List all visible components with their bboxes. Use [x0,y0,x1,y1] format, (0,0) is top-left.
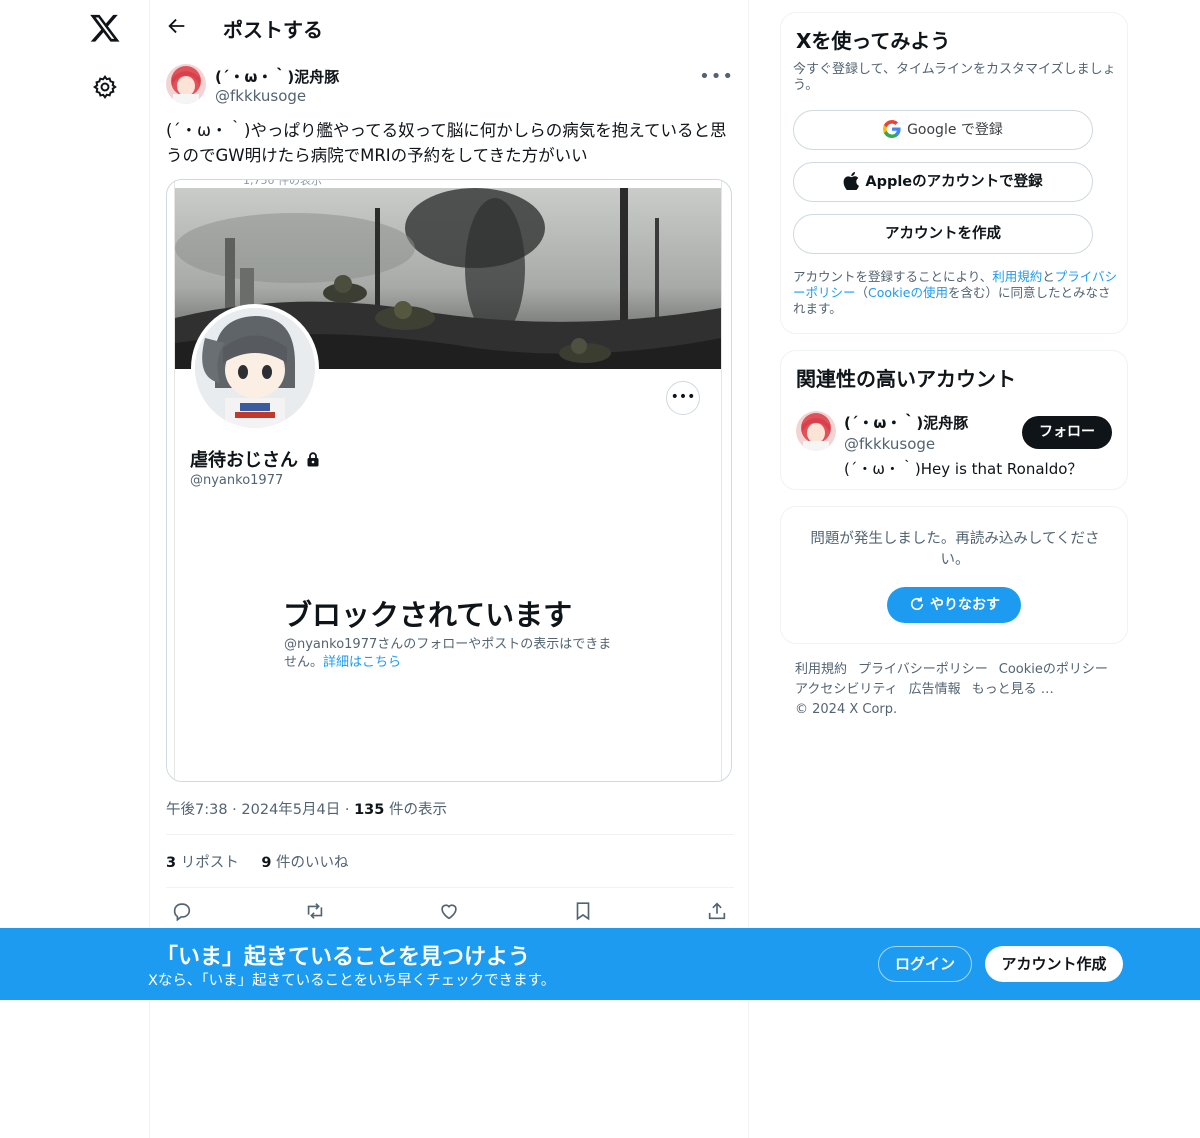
refresh-icon [910,596,924,610]
footer-link-ads[interactable]: 広告情報 [909,680,961,700]
banner-subtitle: Xなら、「いま」起きていることをいち早くチェックできます。 [148,973,556,989]
reposts-label: リポスト [176,855,239,871]
arrow-left-icon[interactable] [166,15,188,37]
retry-label: やりなおす [930,597,1000,613]
author-name[interactable]: (´・ω・｀)泥舟豚 [215,66,339,87]
post-text: (´・ω・｀)やっぱり艦やってる奴って脳に何かしらの病気を抱えていると思うのでG… [166,121,727,165]
footer-link-more[interactable]: もっと見る … [972,680,1054,700]
post-stats: 3 リポスト 9 件のいいね [166,851,367,872]
post-image[interactable]: 1,750 件の表示 ••• 虐待おじさん @nyanko1977 ブロックされ… [166,179,732,782]
views-label: 件の表示 [384,802,447,818]
divider [166,834,734,835]
error-message: 問題が発生しました。再読み込みしてください。 [810,531,1100,568]
footer-links: 利用規約 プライバシーポリシー Cookieのポリシーアクセシビリティ 広告情報 もっと… [795,660,1125,720]
x-logo-icon[interactable] [89,12,121,44]
repost-icon[interactable] [304,900,326,922]
reposts-count: 3 [166,855,177,871]
footer-link-cookie[interactable]: Cookieのポリシー [999,660,1108,680]
avatar[interactable] [166,64,206,104]
cookie-link[interactable]: Cookieの使用 [868,285,948,300]
legal-text: （ [855,285,869,300]
likes-stat[interactable]: 9 件のいいね [261,851,348,872]
retry-button[interactable]: やりなおす [887,587,1021,623]
signup-title: Xを使ってみよう [796,29,951,53]
likes-label: 件のいいね [271,855,349,871]
login-button[interactable]: ログイン [878,946,972,982]
relevant-accounts-card: 関連性の高いアカウント (´・ω・｀)泥舟豚 @fkkkusoge (´・ω・｀… [780,350,1128,490]
like-icon[interactable] [438,900,460,922]
cut-off-text: 1,750 件の表示 [243,179,322,187]
learn-more-link: 詳細はこちら [323,655,402,670]
footer-link-terms[interactable]: 利用規約 [795,660,847,680]
more-options-icon[interactable]: ••• [699,66,734,87]
divider [166,887,734,888]
post-date[interactable]: 2024年5月4日 [241,802,340,818]
apple-signup-label: Appleのアカウントで登録 [865,174,1043,190]
apple-icon [843,171,860,191]
author-handle[interactable]: @fkkkusoge [215,87,306,105]
relevant-title: 関連性の高いアカウント [796,367,1016,391]
page-title: ポストする [223,18,323,42]
gear-icon[interactable] [92,74,118,100]
profile-handle: @nyanko1977 [190,473,284,488]
reposts-stat[interactable]: 3 リポスト [166,851,239,872]
profile-more-icon: ••• [666,381,700,415]
avatar[interactable] [796,411,836,451]
post-actions [166,900,734,924]
signup-subtitle: 今すぐ登録して、タイムラインをカスタマイズしましょう。 [793,62,1116,93]
top-bar: ポストする [150,0,750,54]
post-author: (´・ω・｀)泥舟豚 @fkkkusoge ••• [166,64,734,108]
reply-icon[interactable] [171,900,193,922]
profile-name: 虐待おじさん [190,446,320,472]
google-icon [883,119,901,138]
apple-signup-button[interactable]: Appleのアカウントで登録 [793,162,1093,202]
profile-name-text: 虐待おじさん [190,450,298,471]
legal-text: と [1042,269,1055,284]
profile-screenshot: 1,750 件の表示 ••• 虐待おじさん @nyanko1977 ブロックされ… [174,179,722,781]
signup-button[interactable]: アカウント作成 [985,946,1123,982]
follow-button[interactable]: フォロー [1022,416,1112,449]
meta-separator: · [227,802,242,818]
post-time[interactable]: 午後7:38 [166,802,228,818]
post-meta: 午後7:38 · 2024年5月4日 · 135 件の表示 [166,798,447,819]
account-bio: (´・ω・｀)Hey is that Ronaldo？ [844,460,1083,478]
signup-card: Xを使ってみよう 今すぐ登録して、タイムラインをカスタマイズしましょう。 Goo… [780,12,1128,334]
create-account-button[interactable]: アカウントを作成 [793,214,1093,254]
legal-notice: アカウントを登録することにより、利用規約とプライバシーポリシー（Cookieの使… [793,269,1121,317]
blocked-title: ブロックされています [283,598,573,632]
error-card: 問題が発生しました。再読み込みしてください。 やりなおす [780,506,1128,644]
blocked-message: @nyanko1977さんのフォローやポストの表示はできません。詳細はこちら [284,636,614,672]
account-name[interactable]: (´・ω・｀)泥舟豚 [844,412,968,433]
footer-link-accessibility[interactable]: アクセシビリティ [795,680,898,700]
meta-separator: · [340,802,355,818]
share-icon[interactable] [706,900,728,922]
legal-text: アカウントを登録することにより、 [793,269,993,284]
terms-link[interactable]: 利用規約 [992,269,1042,284]
profile-avatar [191,304,319,432]
banner-title: 「いま」起きていることを見つけよう [156,945,531,970]
google-signup-label: Google で登録 [907,122,1003,138]
likes-count: 9 [261,855,272,871]
copyright: © 2024 X Corp. [795,702,898,717]
views-count: 135 [354,802,385,818]
account-handle[interactable]: @fkkkusoge [844,435,935,453]
bookmark-icon[interactable] [572,900,594,922]
footer-link-privacy[interactable]: プライバシーポリシー [858,660,988,680]
google-signup-button[interactable]: Google で登録 [793,110,1093,150]
bottom-banner: 「いま」起きていることを見つけよう Xなら、「いま」起きていることをいち早くチェ… [0,928,1200,1000]
lock-icon [307,452,319,467]
